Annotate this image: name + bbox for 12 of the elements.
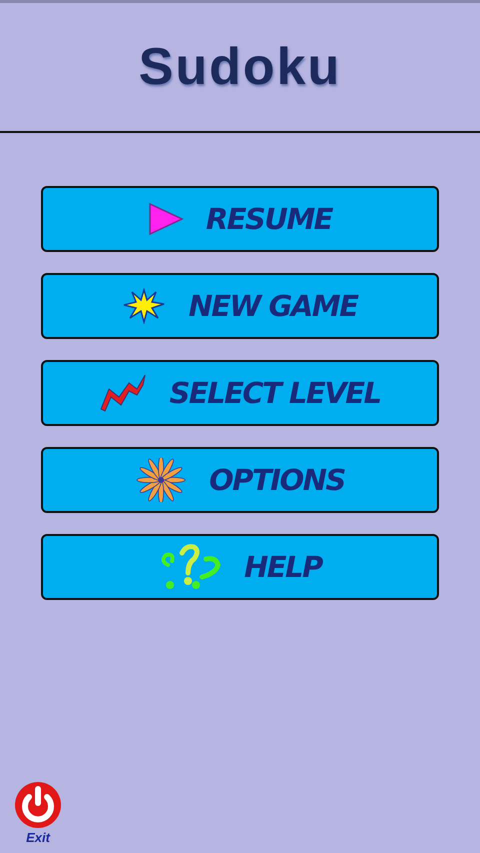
menu-button[interactable]: HELP — [41, 534, 439, 600]
starburst-icon — [122, 288, 166, 324]
app-title: Sudoku — [138, 37, 342, 97]
power-icon — [14, 781, 62, 829]
play-icon — [148, 202, 184, 236]
menu-button[interactable]: RESUME — [41, 186, 439, 252]
flower-icon — [135, 458, 188, 502]
menu-button[interactable]: OPTIONS — [41, 447, 439, 513]
menu-button[interactable]: NEW GAME — [41, 273, 439, 339]
menu-button[interactable]: SELECT LEVEL — [41, 360, 439, 426]
zigzag-icon — [99, 373, 148, 413]
exit-button[interactable]: Exit — [14, 781, 62, 845]
